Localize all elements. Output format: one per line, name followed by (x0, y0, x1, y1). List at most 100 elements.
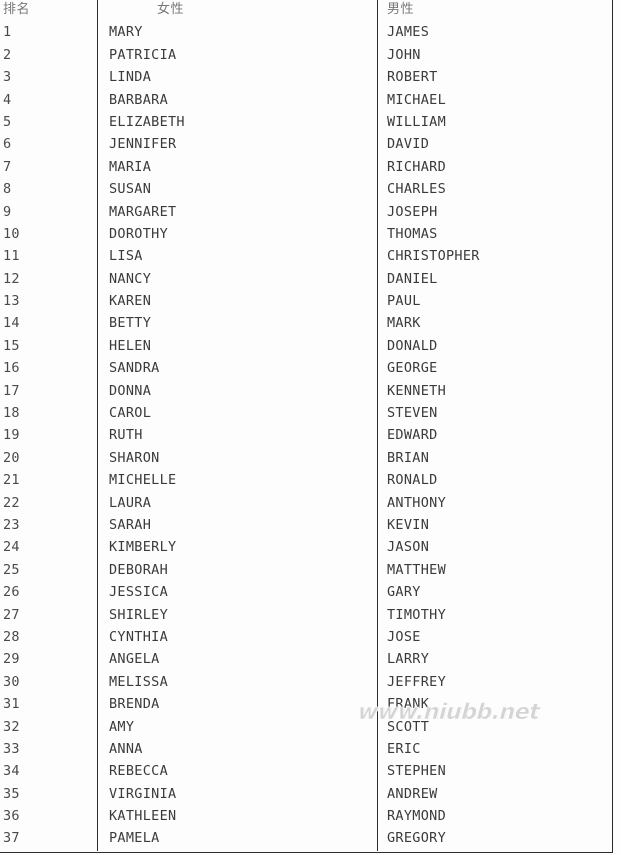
table-row: 21 MICHELLE RONALD (0, 470, 612, 493)
cell-rank: 22 (0, 492, 98, 515)
cell-female-name: MELISSA (98, 671, 378, 695)
cell-male-name: MATTHEW (387, 561, 446, 578)
cell-rank: 5 (0, 111, 98, 135)
cell-female-name: JESSICA (98, 582, 378, 605)
cell-male-name: JEFFREY (387, 673, 446, 690)
cell-female-name: VIRGINIA (98, 783, 378, 807)
cell-female-name: DOROTHY (98, 223, 378, 247)
cell-male-name: THOMAS (387, 225, 438, 242)
cell-female-name: SHARON (98, 447, 378, 471)
cell-rank: 16 (0, 358, 98, 381)
cell-male-name: MICHAEL (387, 91, 446, 108)
cell-female-name: CYNTHIA (98, 626, 378, 650)
cell-female-name: HELEN (98, 335, 378, 359)
table-row: 25 DEBORAH MATTHEW (0, 559, 612, 583)
cell-male-name: DONALD (387, 337, 438, 354)
cell-male-name: CHARLES (387, 181, 446, 198)
table-row: 10 DOROTHY THOMAS (0, 223, 612, 247)
cell-female-name: BARBARA (98, 89, 378, 112)
table-row: 13 KAREN PAUL (0, 291, 612, 314)
cell-rank: 27 (0, 604, 98, 627)
cell-male-name: KEVIN (387, 516, 430, 533)
cell-rank: 28 (0, 626, 98, 650)
table-row: 7 MARIA RICHARD (0, 156, 612, 180)
cell-male-name: GEORGE (387, 360, 438, 377)
cell-female-name: KAREN (98, 291, 378, 314)
cell-male-name: JOSEPH (387, 203, 438, 220)
table-row: 34 REBECCA STEPHEN (0, 761, 612, 784)
table-row: 4 BARBARA MICHAEL (0, 89, 612, 112)
cell-rank: 24 (0, 537, 98, 560)
column-header-female: 女性 (98, 0, 378, 23)
table-row: 9 MARGARET JOSEPH (0, 201, 612, 224)
cell-male-name: WILLIAM (387, 113, 446, 130)
table-row: 6 JENNIFER DAVID (0, 134, 612, 157)
column-header-rank: 排名 (0, 0, 98, 23)
cell-female-name: LINDA (98, 67, 378, 90)
cell-rank: 2 (0, 44, 98, 68)
cell-female-name: ELIZABETH (98, 111, 378, 135)
cell-female-name: LAURA (98, 492, 378, 515)
cell-female-name: AMY (98, 716, 378, 739)
cell-male-name: ANTHONY (387, 494, 446, 511)
table-row: 22 LAURA ANTHONY (0, 492, 612, 515)
cell-female-name: MARY (98, 22, 378, 45)
cell-female-name: MARIA (98, 156, 378, 180)
cell-female-name: MARGARET (98, 201, 378, 224)
table-row: 32 AMY SCOTT (0, 716, 612, 739)
cell-female-name: BETTY (98, 313, 378, 336)
cell-female-name: REBECCA (98, 761, 378, 784)
cell-rank: 12 (0, 268, 98, 292)
cell-male-name: DAVID (387, 136, 430, 153)
cell-rank: 23 (0, 514, 98, 538)
cell-female-name: KIMBERLY (98, 537, 378, 560)
cell-male-name: CHRISTOPHER (387, 248, 480, 265)
cell-rank: 34 (0, 761, 98, 784)
cell-male-name: JOHN (387, 46, 421, 63)
cell-female-name: SUSAN (98, 179, 378, 202)
table-row: 18 CAROL STEVEN (0, 403, 612, 426)
cell-male-name: LARRY (387, 651, 430, 668)
table-row: 29 ANGELA LARRY (0, 649, 612, 672)
cell-female-name: ANNA (98, 738, 378, 762)
cell-rank: 29 (0, 649, 98, 672)
cell-rank: 7 (0, 156, 98, 180)
cell-male-name: KENNETH (387, 382, 446, 399)
table-row: 5 ELIZABETH WILLIAM (0, 111, 612, 135)
table-row: 3 LINDA ROBERT (0, 67, 612, 90)
cell-rank: 11 (0, 246, 98, 269)
table-row: 12 NANCY DANIEL (0, 268, 612, 292)
cell-female-name: PATRICIA (98, 44, 378, 68)
cell-rank: 10 (0, 223, 98, 247)
popular-names-table: 排名 女性 男性 1 MARY JAMES 2 PATRICIA JOHN 3 LINDA RO… (0, 0, 613, 853)
table-row: 19 RUTH EDWARD (0, 425, 612, 448)
cell-rank: 3 (0, 67, 98, 90)
table-row: 30 MELISSA JEFFREY (0, 671, 612, 695)
cell-female-name: DEBORAH (98, 559, 378, 583)
cell-female-name: PAMELA (98, 828, 378, 851)
cell-male-name: ERIC (387, 740, 421, 757)
table-body: 1 MARY JAMES 2 PATRICIA JOHN 3 LINDA ROBERT 4 BARB… (0, 22, 612, 851)
cell-female-name: JENNIFER (98, 134, 378, 157)
table-row: 16 SANDRA GEORGE (0, 358, 612, 381)
cell-female-name: MICHELLE (98, 470, 378, 493)
cell-male-name: STEVEN (387, 405, 438, 422)
table-header-row: 排名 女性 男性 (0, 0, 612, 23)
cell-rank: 30 (0, 671, 98, 695)
table-row: 35 VIRGINIA ANDREW (0, 783, 612, 807)
cell-rank: 18 (0, 403, 98, 426)
table-row: 24 KIMBERLY JASON (0, 537, 612, 560)
cell-male-name: TIMOTHY (387, 606, 446, 623)
cell-female-name: RUTH (98, 425, 378, 448)
cell-female-name: DONNA (98, 380, 378, 404)
table-row: 20 SHARON BRIAN (0, 447, 612, 471)
cell-rank: 25 (0, 559, 98, 583)
cell-female-name: NANCY (98, 268, 378, 292)
table-row: 1 MARY JAMES (0, 22, 612, 45)
table-row: 37 PAMELA GREGORY (0, 828, 612, 851)
cell-male-name: RAYMOND (387, 808, 446, 825)
cell-rank: 21 (0, 470, 98, 493)
cell-rank: 15 (0, 335, 98, 359)
cell-male-name: ANDREW (387, 785, 438, 802)
table-row: 11 LISA CHRISTOPHER (0, 246, 612, 269)
